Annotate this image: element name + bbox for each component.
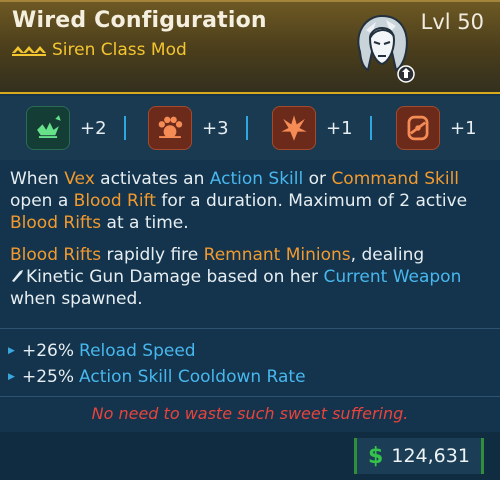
bullet-arrow-icon: ▶ bbox=[8, 346, 15, 356]
stat-bonus-value: +25% bbox=[22, 367, 75, 387]
skill-bonus-4: +1 bbox=[396, 104, 477, 152]
item-card: Wired Configuration Siren Class Mod Lvl … bbox=[0, 0, 500, 480]
skill-bonus-row: +2 +3 +1 +1 bbox=[0, 96, 500, 160]
text: When bbox=[10, 169, 65, 189]
item-type-row: Siren Class Mod bbox=[12, 40, 187, 60]
description-paragraph-1: When Vex activates an Action Skill or Co… bbox=[10, 168, 490, 234]
item-level: Lvl 50 bbox=[420, 10, 484, 34]
text: open a bbox=[10, 191, 74, 211]
highlight-blood-rifts: Blood Rifts bbox=[10, 213, 102, 233]
highlight-command-skill: Command Skill bbox=[331, 169, 460, 189]
siren-vex-portrait-icon bbox=[357, 14, 415, 83]
stat-bonus-name: Reload Speed bbox=[79, 341, 196, 361]
text: when spawned. bbox=[10, 289, 143, 309]
highlight-remnant-minions: Remnant Minions bbox=[203, 245, 351, 265]
highlight-action-skill: Action Skill bbox=[209, 169, 304, 189]
flavor-text: No need to waste such sweet suffering. bbox=[91, 404, 409, 423]
stat-bonus-2: ▶ +25% Action Skill Cooldown Rate bbox=[8, 364, 488, 390]
stat-bonus-name: Action Skill Cooldown Rate bbox=[79, 367, 306, 387]
price-box: $ 124,631 bbox=[354, 438, 484, 474]
item-subtitle: Siren Class Mod bbox=[52, 40, 187, 60]
paw-skill-icon bbox=[148, 106, 192, 150]
highlight-vex: Vex bbox=[64, 169, 95, 189]
bullet-arrow-icon: ▶ bbox=[8, 372, 15, 382]
divider bbox=[0, 396, 500, 397]
text: based on her bbox=[201, 267, 324, 287]
highlight-blood-rift: Blood Rift bbox=[73, 191, 156, 211]
highlight-current-weapon: Current Weapon bbox=[323, 267, 462, 287]
text: at a time. bbox=[101, 213, 189, 233]
separator bbox=[370, 116, 372, 140]
price-value: 124,631 bbox=[391, 445, 470, 467]
green-skill-icon bbox=[26, 106, 70, 150]
description-paragraph-2: Blood Rifts rapidly fire Remnant Minions… bbox=[10, 244, 490, 310]
skill-bonus-2-value: +3 bbox=[202, 117, 229, 139]
burst-skill-icon bbox=[272, 106, 316, 150]
skill-bonus-3: +1 bbox=[272, 104, 353, 152]
rarity-chevrons-icon bbox=[12, 46, 46, 56]
dollar-icon: $ bbox=[368, 443, 384, 469]
text: , dealing bbox=[350, 245, 425, 265]
kinetic-damage-icon bbox=[12, 270, 23, 282]
skill-bonus-2: +3 bbox=[148, 104, 229, 152]
item-header: Wired Configuration Siren Class Mod Lvl … bbox=[0, 0, 500, 94]
stat-bonus-1: ▶ +26% Reload Speed bbox=[8, 338, 488, 364]
skill-bonus-1: +2 bbox=[26, 104, 107, 152]
skill-bonus-3-value: +1 bbox=[326, 117, 353, 139]
text: or bbox=[303, 169, 332, 189]
item-title: Wired Configuration bbox=[12, 8, 267, 33]
text: rapidly fire bbox=[101, 245, 204, 265]
item-footer: $ 124,631 bbox=[0, 432, 500, 480]
skill-bonus-4-value: +1 bbox=[450, 117, 477, 139]
stat-bonus-value: +26% bbox=[22, 341, 75, 361]
text: activates an bbox=[94, 169, 210, 189]
skill-bonus-1-value: +2 bbox=[80, 117, 107, 139]
divider bbox=[0, 328, 500, 329]
stat-bonuses: ▶ +26% Reload Speed ▶ +25% Action Skill … bbox=[8, 338, 488, 390]
highlight-blood-rifts: Blood Rifts bbox=[10, 245, 102, 265]
item-description: When Vex activates an Action Skill or Co… bbox=[10, 168, 490, 320]
gear-skill-icon bbox=[396, 106, 440, 150]
separator bbox=[124, 116, 126, 140]
separator bbox=[246, 116, 248, 140]
kinetic-gun-damage-text: Kinetic Gun Damage bbox=[26, 267, 202, 287]
text: for a duration. Maximum of 2 active bbox=[155, 191, 468, 211]
